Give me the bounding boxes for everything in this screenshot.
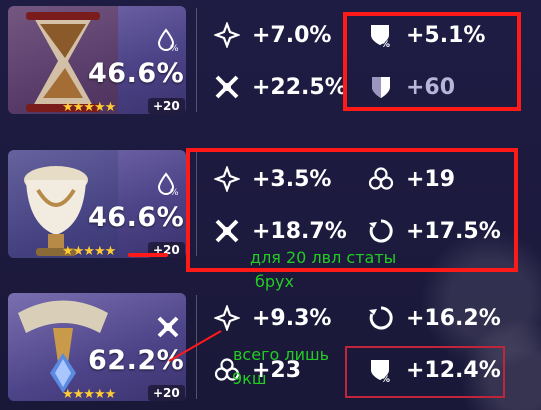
water-drop-percent-icon: %	[157, 172, 179, 196]
water-drop-percent-icon: %	[157, 28, 179, 52]
substat-crit-dmg: +22.5%	[214, 74, 347, 100]
substat-value: +22.5%	[252, 74, 347, 100]
crit-dmg-icon	[215, 75, 239, 99]
annotation-note-line-1: для 20 лвл статы	[250, 248, 397, 267]
energy-recharge-icon	[369, 306, 393, 330]
main-stat-value: 46.6%	[88, 58, 185, 89]
annotation-note-line-2: брух	[255, 272, 294, 291]
annotation-note-line-3: всего лишь	[233, 345, 330, 364]
substat-value: +9.3%	[252, 305, 332, 331]
substat-energy-recharge: +16.2%	[368, 305, 501, 331]
substat-crit-rate: +9.3%	[214, 305, 331, 331]
highlight-box-def-stats	[343, 12, 521, 111]
annotation-arrow	[168, 330, 222, 362]
svg-text:%: %	[170, 44, 179, 52]
substat-crit-rate: +7.0%	[214, 22, 331, 48]
rarity-stars: ★★★★★	[62, 100, 116, 114]
highlight-box-def-percent	[345, 346, 505, 398]
crit-rate-icon	[214, 22, 240, 48]
rarity-stars: ★★★★★	[62, 244, 116, 258]
substat-value: +7.0%	[252, 22, 332, 48]
main-stat-value: 46.6%	[88, 202, 185, 233]
artifact-thumbnail: % 46.6% ★★★★★ +20	[8, 6, 186, 114]
highlight-underline-level	[128, 253, 168, 257]
divider	[196, 8, 197, 112]
substat-value: +16.2%	[406, 305, 501, 331]
annotation-note-line-4: 9кш	[232, 369, 267, 388]
artifact-level: +20	[148, 98, 185, 114]
artifact-thumbnail: % 46.6% ★★★★★ +20	[8, 150, 186, 258]
artifact-thumbnail: 62.2% ★★★★★ +20	[8, 293, 186, 401]
rarity-stars: ★★★★★	[62, 387, 116, 401]
svg-text:%: %	[170, 188, 179, 196]
artifact-level: +20	[148, 385, 185, 401]
